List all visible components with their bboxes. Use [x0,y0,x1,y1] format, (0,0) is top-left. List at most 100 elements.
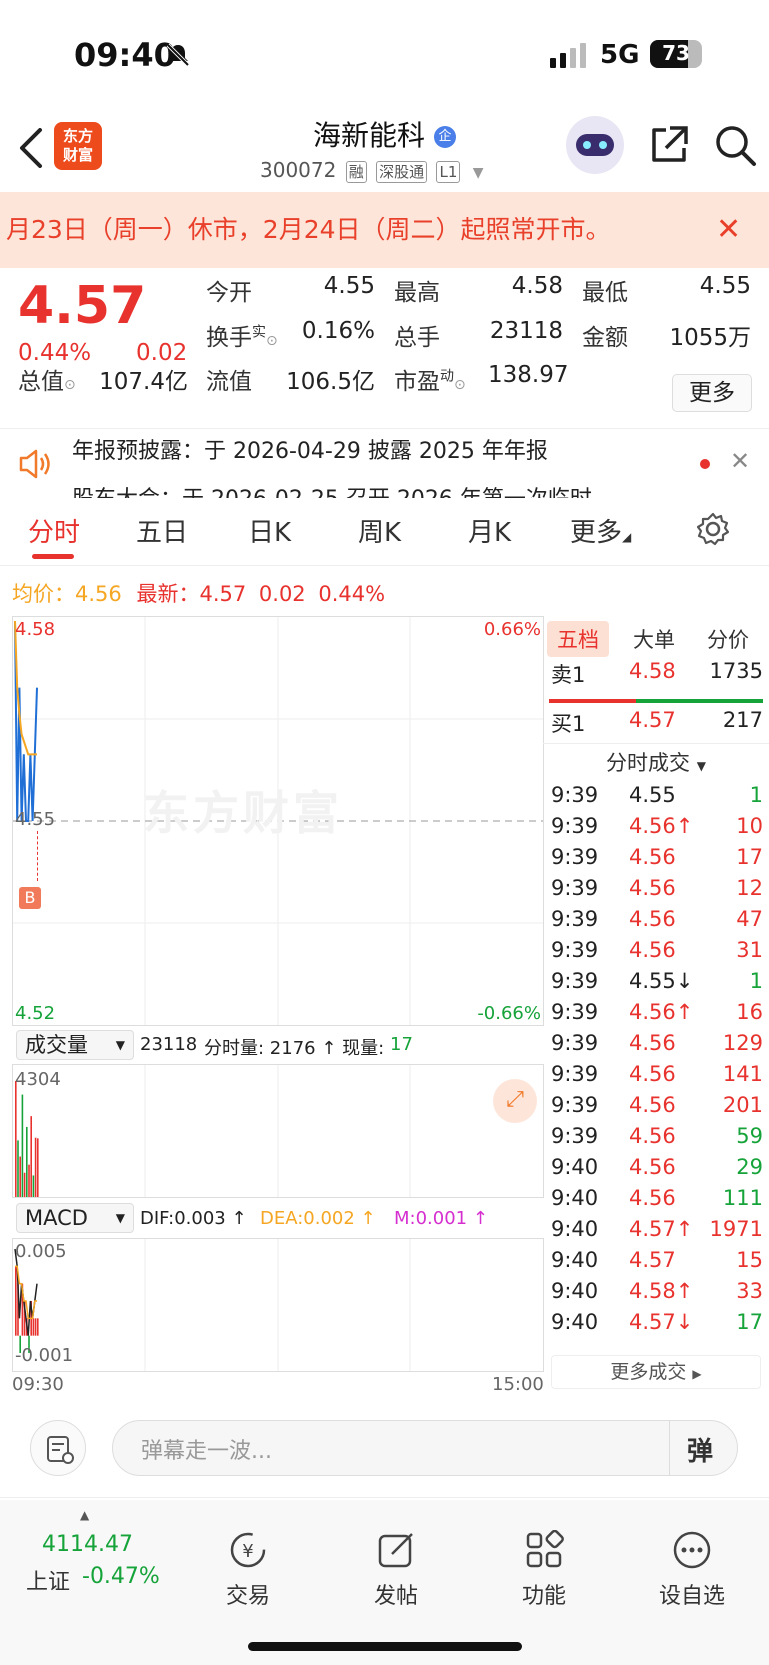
tab-big-orders[interactable]: 大单 [623,621,685,657]
divider [543,743,769,744]
intraday-summary: 均价：4.56 最新：4.57 0.02 0.44% [12,578,385,608]
latest-pct: 0.44% [318,582,386,606]
volume-bar [21,1094,24,1197]
tab-post-label: 发帖 [373,1584,418,1609]
dropdown-icon: ◢ [622,530,632,544]
tag-margin: 融 [345,161,367,183]
ticks-title-label: 分时成交 [606,751,691,775]
tick-row: 9:39 4.55 1 [543,783,769,816]
bid-label: 买1 [551,712,586,736]
announcement-bar[interactable]: 年报预披露：于 2026-04-29 披露 2025 年年报 股东大会：于 20… [0,428,769,498]
watermark: 东方财富 [143,786,343,840]
tab-add-watchlist[interactable]: 设自选 [642,1530,742,1610]
bid-ratio [636,699,763,703]
macd-m: M:0.001 ↑ [394,1208,488,1229]
tab-price-dist[interactable]: 分价 [697,621,759,657]
tick-price: 4.57↑ [629,1217,694,1241]
tab-five-day[interactable]: 五日 [136,512,188,549]
bid-row: 买1 4.57 217 [543,708,769,741]
mktcap-label: 总值⊙ [18,362,76,396]
low-value: 4.55 [699,273,751,299]
holiday-notice-banner: 月23日（周一）休市，2月24日（周二）起照常开市。 ✕ [0,192,769,268]
share-icon[interactable] [648,124,690,166]
tick-price: 4.56 [629,1155,676,1179]
tick-volume: 1 [749,783,763,807]
collapse-up-icon[interactable]: ▲ [80,1508,89,1522]
volume-selector[interactable]: 成交量 ▼ [16,1030,134,1060]
info-icon[interactable]: ⊙ [454,377,466,393]
index-value: 4114.47 [42,1532,133,1557]
tick-price: 4.56↑ [629,814,694,838]
macd-axis-bottom: -0.001 [15,1345,74,1366]
tick-row: 9:39 4.56 141 [543,1062,769,1095]
indicator-selector[interactable]: MACD ▼ [16,1203,134,1233]
close-icon[interactable]: ✕ [716,192,741,268]
more-ticks-button[interactable]: 更多成交 ▶ [551,1355,761,1389]
low-label: 最低 [582,280,628,306]
tick-row: 9:39 4.56 47 [543,907,769,940]
tick-volume: 33 [736,1279,763,1303]
settings-gear-icon[interactable] [696,512,730,546]
close-icon[interactable]: ✕ [730,447,750,475]
quote-panel: 4.57 0.44% 0.02 今开 4.55 最高 4.58 最低 4.55 … [0,268,769,428]
enterprise-badge: 企 [433,126,456,148]
volume-info: 分时量: 2176 ↑ 现量: [204,1038,385,1059]
chevron-right-icon: ▶ [692,1367,702,1381]
tick-volume: 1 [749,969,763,993]
macd-chart[interactable]: 0.005 -0.001 [12,1238,544,1372]
tab-post[interactable]: 发帖 [346,1530,446,1610]
tick-volume: 201 [722,1093,763,1117]
tab-monthly-k[interactable]: 月K [468,512,511,549]
info-icon[interactable]: ⊙ [266,333,278,349]
unread-dot [700,459,710,469]
tick-volume: 12 [736,876,763,900]
tab-weekly-k[interactable]: 周K [358,512,401,549]
danmu-input[interactable]: 弹幕走一波... 弹 [112,1420,738,1476]
tick-volume: 47 [736,907,763,931]
danmu-placeholder: 弹幕走一波... [141,1439,272,1464]
tab-trade[interactable]: ¥ 交易 [198,1530,298,1610]
volume-chart[interactable]: 4304 ⤢ [12,1064,544,1198]
tick-time: 9:39 [551,1062,599,1086]
comment-list-icon[interactable] [30,1420,86,1476]
tick-price: 4.55 [629,783,676,807]
macd-dif: DIF:0.003 ↑ [140,1208,247,1229]
tag-connect: 深股通 [376,161,428,183]
status-bar: 09:40 5G 73 [0,0,769,110]
tick-row: 9:39 4.56 129 [543,1031,769,1064]
more-button[interactable]: 更多 [672,374,752,412]
intraday-price-chart[interactable]: 东方财富 4.58 4.55 4.52 0.66% -0.66% B [12,616,544,1026]
stock-code-row[interactable]: 300072 融 深股通 L1 ▼ [260,158,484,183]
expand-icon[interactable]: ⤢ [493,1079,537,1123]
macd-bar [32,1318,35,1336]
tab-more-label: 更多 [570,518,623,548]
tick-row: 9:40 4.57↓ 17 [543,1310,769,1343]
order-book-panel: 五档 大单 分价 卖1 4.58 1735 买1 4.57 217 分时成交 ▼… [543,615,769,1389]
info-icon[interactable]: ⊙ [64,377,76,393]
tab-more[interactable]: 更多◢ [570,512,631,549]
tick-time: 9:39 [551,876,599,900]
svg-text:¥: ¥ [242,1541,253,1562]
robot-assistant-icon[interactable] [566,116,624,174]
ticks-title[interactable]: 分时成交 ▼ [543,747,769,777]
index-name: 上证 [26,1570,71,1595]
buy-marker[interactable]: B [19,887,41,909]
tick-time: 9:39 [551,1000,599,1024]
tick-price: 4.57 [629,1248,676,1272]
price-axis-mid: 4.55 [15,809,56,830]
dropdown-icon: ▼ [696,759,706,773]
tab-daily-k[interactable]: 日K [248,512,291,549]
tab-functions[interactable]: 功能 [494,1530,594,1610]
ask-volume: 1735 [709,659,763,683]
tab-intraday[interactable]: 分时 [28,512,80,549]
danmu-send-button[interactable]: 弹 [687,1431,713,1468]
current-price: 4.57 [18,276,147,336]
volume-bar [28,1164,30,1197]
macd-bar [37,1318,39,1336]
search-icon[interactable] [714,124,758,168]
tab-five-level[interactable]: 五档 [547,621,609,657]
status-time: 09:40 [74,36,176,74]
tick-row: 9:39 4.56 201 [543,1093,769,1126]
volume-bar [26,1126,28,1197]
dropdown-icon: ▼ [115,1038,125,1052]
